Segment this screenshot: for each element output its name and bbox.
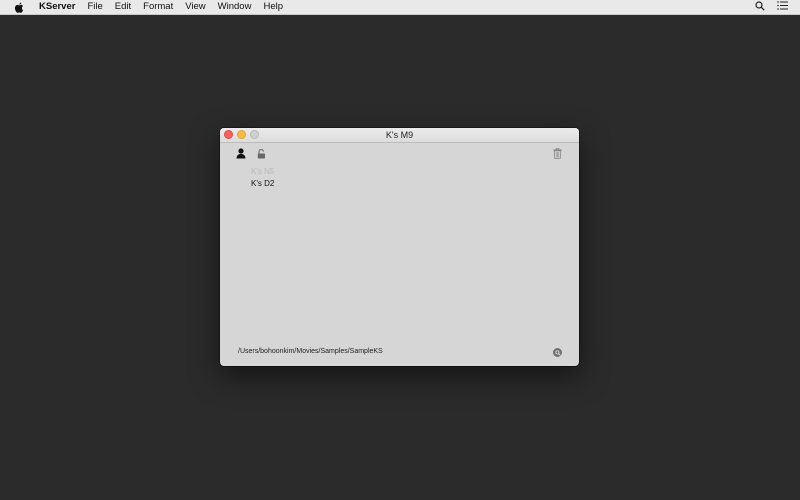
menu-view[interactable]: View bbox=[179, 0, 211, 14]
menubar-extras bbox=[755, 0, 788, 14]
menu-app-name[interactable]: KServer bbox=[33, 0, 81, 14]
menu-bar: KServer File Edit Format View Window Hel… bbox=[0, 0, 800, 15]
menu-file[interactable]: File bbox=[81, 0, 108, 14]
list-icon[interactable] bbox=[777, 1, 788, 13]
path-label: /Users/bohoonkim/Movies/Samples/SampleKS bbox=[238, 348, 383, 355]
trash-icon[interactable] bbox=[553, 148, 562, 159]
main-window: K's M9 K's N5 K's D2 /Users/bohoonkim/Mo… bbox=[220, 128, 579, 366]
menu-format[interactable]: Format bbox=[137, 0, 179, 14]
menu-help[interactable]: Help bbox=[257, 0, 289, 14]
item-list: K's N5 K's D2 bbox=[251, 166, 274, 190]
list-item[interactable]: K's N5 bbox=[251, 166, 274, 178]
lock-open-icon[interactable] bbox=[257, 149, 266, 159]
window-titlebar[interactable]: K's M9 bbox=[220, 128, 579, 143]
magnifier-icon[interactable] bbox=[553, 348, 562, 357]
apple-icon[interactable] bbox=[11, 2, 27, 13]
menu-window[interactable]: Window bbox=[212, 0, 258, 14]
list-item[interactable]: K's D2 bbox=[251, 178, 274, 190]
menu-edit[interactable]: Edit bbox=[109, 0, 137, 14]
window-title: K's M9 bbox=[385, 130, 414, 140]
search-icon[interactable] bbox=[755, 0, 765, 14]
user-icon[interactable] bbox=[236, 148, 246, 159]
